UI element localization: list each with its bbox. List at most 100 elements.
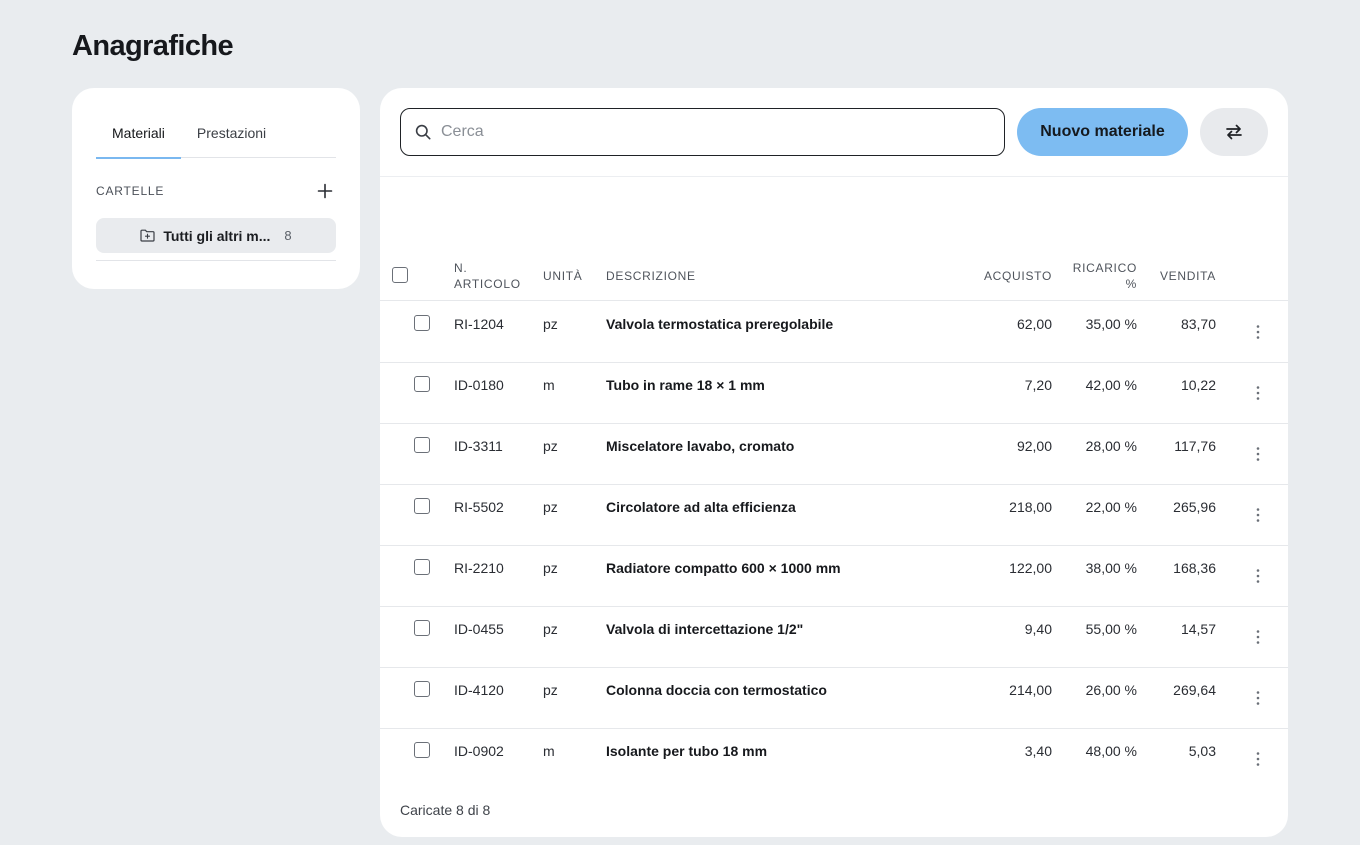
cell-sale: 83,70 bbox=[1180, 316, 1216, 332]
cell-markup: 35,00 % bbox=[1085, 316, 1137, 332]
row-checkbox[interactable] bbox=[414, 498, 430, 514]
folders-panel: Materiali Prestazioni CARTELLE Tutti gli… bbox=[72, 88, 360, 289]
folders-divider bbox=[96, 260, 336, 261]
cell-sale: 5,03 bbox=[1188, 743, 1216, 759]
header-purchase[interactable]: ACQUISTO bbox=[984, 268, 1052, 284]
header-sale[interactable]: VENDITA bbox=[1160, 268, 1216, 284]
cell-article-number: ID-4120 bbox=[454, 682, 504, 698]
cell-unit: pz bbox=[543, 682, 558, 698]
search-input[interactable] bbox=[441, 123, 981, 141]
cell-sale: 265,96 bbox=[1173, 499, 1216, 515]
cell-sale: 14,57 bbox=[1180, 621, 1216, 637]
row-menu-button[interactable] bbox=[1250, 566, 1266, 586]
folder-item-all-others[interactable]: Tutti gli altri m... 8 bbox=[96, 218, 336, 253]
toolbar-divider bbox=[380, 176, 1288, 177]
cell-purchase: 92,00 bbox=[1016, 438, 1052, 454]
cell-purchase: 122,00 bbox=[1009, 560, 1052, 576]
cell-article-number: ID-0455 bbox=[454, 621, 504, 637]
cell-description: Isolante per tubo 18 mm bbox=[606, 743, 768, 759]
row-checkbox[interactable] bbox=[414, 437, 430, 453]
header-description[interactable]: DESCRIZIONE bbox=[606, 268, 696, 284]
folder-name: Tutti gli altri m... bbox=[163, 227, 271, 244]
header-markup[interactable]: RICARICO % bbox=[1073, 260, 1137, 292]
row-menu-button[interactable] bbox=[1250, 505, 1266, 525]
cell-purchase: 7,20 bbox=[1024, 377, 1052, 393]
row-checkbox[interactable] bbox=[414, 742, 430, 758]
loaded-count: Caricate 8 di 8 bbox=[400, 802, 491, 818]
row-menu-button[interactable] bbox=[1250, 688, 1266, 708]
table-row[interactable]: RI-5502 pz Circolatore ad alta efficienza 2… bbox=[380, 485, 1288, 546]
cell-article-number: RI-1204 bbox=[454, 316, 504, 332]
search-field[interactable] bbox=[400, 108, 1005, 156]
row-checkbox[interactable] bbox=[414, 559, 430, 575]
cell-description: Tubo in rame 18 × 1 mm bbox=[606, 377, 765, 393]
cell-sale: 168,36 bbox=[1173, 560, 1216, 576]
cell-markup: 26,00 % bbox=[1085, 682, 1137, 698]
cell-unit: pz bbox=[543, 560, 558, 576]
cell-markup: 55,00 % bbox=[1085, 621, 1137, 637]
row-checkbox[interactable] bbox=[414, 681, 430, 697]
folders-label: CARTELLE bbox=[96, 184, 165, 198]
table-row[interactable]: RI-1204 pz Valvola termostatica preregolab… bbox=[380, 302, 1288, 363]
kebab-menu-icon bbox=[1256, 447, 1260, 461]
folder-count: 8 bbox=[284, 228, 292, 243]
kebab-menu-icon bbox=[1256, 508, 1260, 522]
kebab-menu-icon bbox=[1256, 752, 1260, 766]
row-menu-button[interactable] bbox=[1250, 749, 1266, 769]
plus-icon bbox=[317, 183, 333, 199]
search-icon bbox=[415, 124, 431, 140]
new-material-button[interactable]: Nuovo materiale bbox=[1017, 108, 1188, 156]
cell-purchase: 214,00 bbox=[1009, 682, 1052, 698]
add-folder-button[interactable] bbox=[314, 180, 336, 202]
cell-description: Miscelatore lavabo, cromato bbox=[606, 438, 795, 454]
kebab-menu-icon bbox=[1256, 386, 1260, 400]
tab-materiali[interactable]: Materiali bbox=[96, 108, 181, 159]
table-header: N. ARTICOLO UNITÀ DESCRIZIONE ACQUISTO R… bbox=[380, 260, 1288, 301]
cell-article-number: RI-2210 bbox=[454, 560, 504, 576]
cell-markup: 48,00 % bbox=[1085, 743, 1137, 759]
table-row[interactable]: ID-0902 m Isolante per tubo 18 mm 3,40 48,00… bbox=[380, 729, 1288, 790]
cell-description: Valvola termostatica preregolabile bbox=[606, 316, 834, 332]
kebab-menu-icon bbox=[1256, 691, 1260, 705]
table-row[interactable]: RI-2210 pz Radiatore compatto 600 × 1000 m… bbox=[380, 546, 1288, 607]
header-article-number-line1: N. bbox=[454, 261, 468, 275]
select-all-checkbox[interactable] bbox=[392, 267, 408, 283]
row-menu-button[interactable] bbox=[1250, 627, 1266, 647]
cell-unit: m bbox=[543, 743, 555, 759]
cell-unit: pz bbox=[543, 499, 558, 515]
cell-unit: pz bbox=[543, 438, 558, 454]
kebab-menu-icon bbox=[1256, 569, 1260, 583]
cell-purchase: 62,00 bbox=[1016, 316, 1052, 332]
row-checkbox[interactable] bbox=[414, 315, 430, 331]
table-row[interactable]: ID-4120 pz Colonna doccia con termostatico… bbox=[380, 668, 1288, 729]
cell-purchase: 3,40 bbox=[1024, 743, 1052, 759]
header-article-number[interactable]: N. ARTICOLO bbox=[454, 260, 521, 292]
cell-markup: 22,00 % bbox=[1085, 499, 1137, 515]
table-row[interactable]: ID-0455 pz Valvola di intercettazione 1/2"… bbox=[380, 607, 1288, 668]
folder-icon bbox=[140, 229, 155, 242]
row-menu-button[interactable] bbox=[1250, 444, 1266, 464]
cell-description: Radiatore compatto 600 × 1000 mm bbox=[606, 560, 841, 576]
kebab-menu-icon bbox=[1256, 325, 1260, 339]
cell-purchase: 218,00 bbox=[1009, 499, 1052, 515]
import-export-button[interactable] bbox=[1200, 108, 1268, 156]
cell-sale: 10,22 bbox=[1180, 377, 1216, 393]
tab-prestazioni[interactable]: Prestazioni bbox=[181, 108, 282, 158]
swap-arrows-icon bbox=[1226, 124, 1242, 140]
cell-description: Circolatore ad alta efficienza bbox=[606, 499, 796, 515]
header-unit[interactable]: UNITÀ bbox=[543, 268, 583, 284]
row-menu-button[interactable] bbox=[1250, 322, 1266, 342]
table-row[interactable]: ID-0180 m Tubo in rame 18 × 1 mm 7,20 42,00 … bbox=[380, 363, 1288, 424]
header-markup-line2: % bbox=[1125, 277, 1137, 291]
cell-sale: 269,64 bbox=[1173, 682, 1216, 698]
cell-unit: pz bbox=[543, 621, 558, 637]
row-checkbox[interactable] bbox=[414, 376, 430, 392]
row-checkbox[interactable] bbox=[414, 620, 430, 636]
table-row[interactable]: ID-3311 pz Miscelatore lavabo, cromato 92,0… bbox=[380, 424, 1288, 485]
cell-article-number: RI-5502 bbox=[454, 499, 504, 515]
cell-unit: m bbox=[543, 377, 555, 393]
row-menu-button[interactable] bbox=[1250, 383, 1266, 403]
kebab-menu-icon bbox=[1256, 630, 1260, 644]
header-markup-line1: RICARICO bbox=[1072, 261, 1137, 275]
cell-description: Valvola di intercettazione 1/2" bbox=[606, 621, 804, 637]
